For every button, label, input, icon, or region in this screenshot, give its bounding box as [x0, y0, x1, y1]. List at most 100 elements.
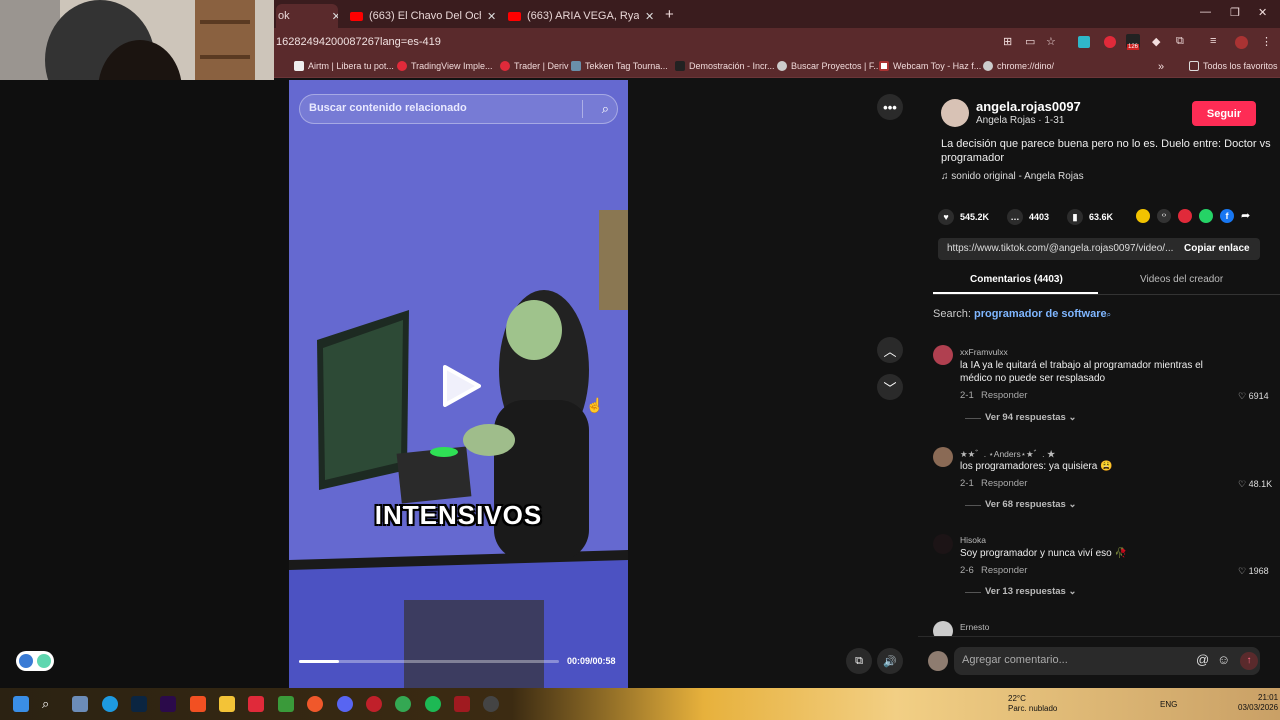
bookmark-dino[interactable]: chrome://dino/: [983, 61, 1054, 71]
bookmark-airtm[interactable]: Airtm | Libera tu pot...: [294, 61, 394, 71]
all-bookmarks[interactable]: Todos los favoritos: [1189, 61, 1278, 71]
view-replies-button[interactable]: Ver 94 respuestas ⌄: [985, 412, 1076, 423]
comment-author[interactable]: xxFramvulxx: [960, 347, 1008, 357]
comment-like[interactable]: ♡ 1968: [1238, 566, 1269, 577]
reply-button[interactable]: Responder: [981, 390, 1027, 401]
cast-icon[interactable]: ▭: [1025, 35, 1035, 48]
chevron-down-icon[interactable]: ﹀: [877, 374, 903, 400]
comment-button[interactable]: … 4403: [1007, 209, 1049, 225]
close-icon[interactable]: ✕: [645, 10, 654, 23]
coin-icon[interactable]: [1136, 209, 1150, 223]
tab-comments[interactable]: Comentarios (4403): [970, 274, 1063, 285]
opera-icon[interactable]: [366, 696, 382, 712]
comment-like[interactable]: ♡ 6914: [1238, 391, 1269, 402]
comment-author[interactable]: Ernesto: [960, 622, 989, 632]
view-replies-button[interactable]: Ver 68 respuestas ⌄: [985, 499, 1076, 510]
comment-input[interactable]: Agregar comentario... @ ☺ ↑: [954, 647, 1260, 675]
comment-search[interactable]: Search: programador de software⌕: [933, 308, 1111, 320]
folder-icon[interactable]: [219, 696, 235, 712]
play-icon[interactable]: [439, 365, 481, 407]
comment-author[interactable]: Hisoka: [960, 535, 986, 545]
progress-bar[interactable]: [299, 660, 559, 663]
close-icon[interactable]: ✕: [332, 10, 338, 23]
language-indicator[interactable]: ENG: [1160, 700, 1177, 709]
avatar[interactable]: [933, 345, 953, 365]
more-bookmarks-icon[interactable]: »: [1158, 61, 1164, 73]
clock[interactable]: 21:01 03/03/2026: [1238, 693, 1278, 713]
heart-icon: ♡: [1238, 566, 1249, 576]
chevron-up-icon[interactable]: ︿: [877, 337, 903, 363]
profile-avatar[interactable]: [1235, 36, 1248, 49]
menu-icon[interactable]: ⋮: [1261, 35, 1272, 48]
minecraft-icon[interactable]: [278, 696, 294, 712]
voicemod-icon[interactable]: [454, 696, 470, 712]
bookmark-deriv[interactable]: Trader | Deriv: [500, 61, 569, 71]
send-icon[interactable]: [1178, 209, 1192, 223]
maximize-icon[interactable]: ❐: [1230, 6, 1240, 19]
windows-start-icon[interactable]: [13, 696, 29, 712]
files-icon[interactable]: [72, 696, 88, 712]
mention-icon[interactable]: @: [1196, 652, 1209, 667]
search-icon[interactable]: ⌕: [42, 696, 58, 712]
close-window-icon[interactable]: ✕: [1258, 6, 1267, 19]
like-button[interactable]: ♥ 545.2K: [938, 209, 989, 225]
bookmark-tekken[interactable]: Tekken Tag Tourna...: [571, 61, 668, 71]
copy-link-button[interactable]: Copiar enlace: [1184, 243, 1250, 254]
store-icon[interactable]: [190, 696, 206, 712]
view-replies-button[interactable]: Ver 13 respuestas ⌄: [985, 586, 1076, 597]
send-icon[interactable]: ↑: [1240, 652, 1258, 670]
star-icon[interactable]: ☆: [1046, 35, 1056, 48]
extension-icon[interactable]: ◆: [1152, 35, 1160, 48]
reply-button[interactable]: Responder: [981, 565, 1027, 576]
floating-player-icon[interactable]: ⧉: [846, 648, 872, 674]
emoji-icon[interactable]: ☺: [1217, 652, 1230, 667]
extension-icon[interactable]: [1104, 36, 1116, 48]
sound-link[interactable]: ♫ sonido original - Angela Rojas: [941, 171, 1084, 182]
url-field[interactable]: 16282494200087267lang=es-419: [276, 36, 441, 48]
post-link[interactable]: https://www.tiktok.com/@angela.rojas0097…: [947, 243, 1175, 254]
chrome-icon[interactable]: [395, 696, 411, 712]
whatsapp-icon[interactable]: [1199, 209, 1213, 223]
more-options-icon[interactable]: •••: [877, 94, 903, 120]
follow-button[interactable]: Seguir: [1192, 101, 1256, 126]
username[interactable]: angela.rojas0097: [976, 99, 1081, 114]
share-icon[interactable]: ➦: [1241, 209, 1250, 222]
reading-list-icon[interactable]: ≡: [1210, 35, 1216, 47]
spotify-icon[interactable]: [425, 696, 441, 712]
embed-icon[interactable]: ‹›: [1157, 209, 1171, 223]
tab-chavo[interactable]: (663) El Chavo Del Ocho - Intro ✕: [350, 4, 500, 28]
volume-icon[interactable]: 🔊: [877, 648, 903, 674]
photoshop-icon[interactable]: [131, 696, 147, 712]
close-icon[interactable]: ✕: [487, 10, 496, 23]
obs-icon[interactable]: [483, 696, 499, 712]
brave-icon[interactable]: [307, 696, 323, 712]
avatar[interactable]: [941, 99, 969, 127]
translate-icon[interactable]: ⊞: [1003, 35, 1012, 48]
bookmark-tradingview[interactable]: TradingView Imple...: [397, 61, 493, 71]
bookmark-demostracion[interactable]: Demostración - Incr...: [675, 61, 775, 71]
discord-icon[interactable]: [337, 696, 353, 712]
deriv-icon[interactable]: [248, 696, 264, 712]
weather-widget[interactable]: 22°C Parc. nublado: [1008, 694, 1057, 714]
new-tab-icon[interactable]: +: [665, 6, 674, 23]
minimize-icon[interactable]: —: [1200, 6, 1211, 18]
comment-author[interactable]: ★★゛. ⋆Anders⋆★゛. ★: [960, 448, 1055, 460]
extension-toggle[interactable]: [16, 651, 54, 671]
save-button[interactable]: ▮ 63.6K: [1067, 209, 1113, 225]
extension-icon[interactable]: [1078, 36, 1090, 48]
tab-creator-videos[interactable]: Videos del creador: [1140, 274, 1223, 285]
search-icon[interactable]: ⌕: [602, 101, 609, 117]
facebook-icon[interactable]: f: [1220, 209, 1234, 223]
edge-icon[interactable]: [102, 696, 118, 712]
tab-aria-vega[interactable]: (663) ARIA VEGA, Ryan Castro ✕: [508, 4, 658, 28]
bookmark-proyectos[interactable]: Buscar Proyectos | F...: [777, 61, 881, 71]
avatar[interactable]: [933, 534, 953, 554]
tab-tiktok[interactable]: ok ✕: [276, 4, 338, 28]
premiere-icon[interactable]: [160, 696, 176, 712]
video-player[interactable]: ⌕ Buscar contenido relacionado INTENSIVO…: [289, 80, 628, 688]
reply-button[interactable]: Responder: [981, 478, 1027, 489]
bookmark-webcamtoy[interactable]: Webcam Toy - Haz f...: [879, 61, 981, 71]
comment-like[interactable]: ♡ 48.1K: [1238, 479, 1272, 490]
avatar[interactable]: [933, 447, 953, 467]
puzzle-icon[interactable]: ⧉: [1176, 35, 1184, 48]
